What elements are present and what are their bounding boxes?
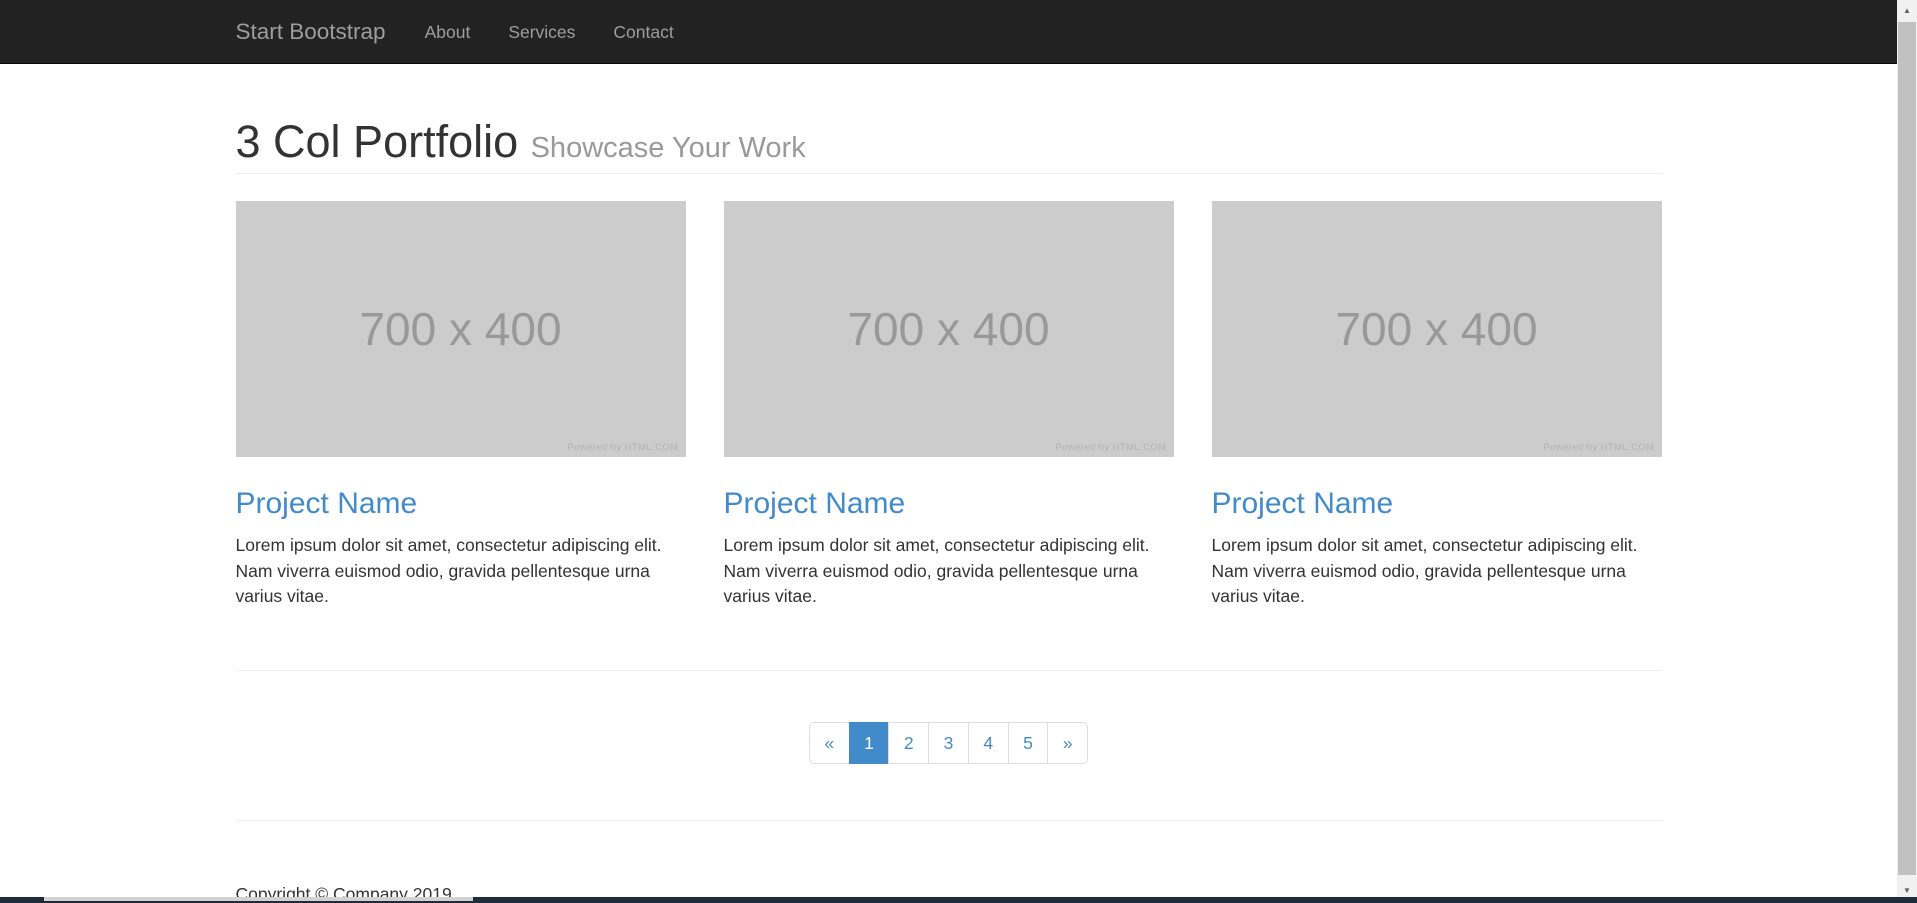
- vertical-scrollbar[interactable]: ▲ ▼: [1897, 0, 1917, 903]
- project-description: Lorem ipsum dolor sit amet, consectetur …: [724, 533, 1174, 610]
- pagination-page-1[interactable]: 1: [849, 722, 890, 764]
- pagination: « 1 2 3 4 5 »: [809, 722, 1088, 764]
- pagination-next[interactable]: »: [1047, 722, 1088, 764]
- scroll-up-arrow-icon[interactable]: ▲: [1897, 0, 1917, 20]
- navbar-brand[interactable]: Start Bootstrap: [236, 19, 386, 45]
- portfolio-row: 700 x 400 Powered by HTML.COM Project Na…: [236, 201, 1662, 610]
- placeholder-image: 700 x 400 Powered by HTML.COM: [724, 201, 1174, 457]
- pagination-page-4[interactable]: 4: [968, 722, 1009, 764]
- placeholder-image: 700 x 400 Powered by HTML.COM: [236, 201, 686, 457]
- placeholder-dimensions-label: 700 x 400: [847, 302, 1049, 356]
- page-subtitle: Showcase Your Work: [531, 132, 806, 164]
- horizontal-scrollbar-thumb[interactable]: [44, 897, 473, 901]
- project-description: Lorem ipsum dolor sit amet, consectetur …: [1212, 533, 1662, 610]
- placeholder-watermark: Powered by HTML.COM: [1055, 442, 1166, 453]
- project-title-link[interactable]: Project Name: [1212, 487, 1394, 520]
- project-description: Lorem ipsum dolor sit amet, consectetur …: [236, 533, 686, 610]
- pagination-prev[interactable]: «: [809, 722, 850, 764]
- placeholder-dimensions-label: 700 x 400: [1335, 302, 1537, 356]
- placeholder-watermark: Powered by HTML.COM: [567, 442, 678, 453]
- placeholder-dimensions-label: 700 x 400: [359, 302, 561, 356]
- nav-link-about[interactable]: About: [406, 0, 490, 64]
- pagination-page-3[interactable]: 3: [928, 722, 969, 764]
- project-title-link[interactable]: Project Name: [236, 487, 418, 520]
- pagination-page-5[interactable]: 5: [1008, 722, 1049, 764]
- browser-viewport: Start Bootstrap About Services Contact 3…: [0, 0, 1897, 903]
- placeholder-image: 700 x 400 Powered by HTML.COM: [1212, 201, 1662, 457]
- placeholder-watermark: Powered by HTML.COM: [1543, 442, 1654, 453]
- page-title: 3 Col Portfolio: [236, 116, 519, 167]
- nav-link-services[interactable]: Services: [489, 0, 594, 64]
- navbar: Start Bootstrap About Services Contact: [0, 0, 1897, 64]
- horizontal-scrollbar[interactable]: [0, 897, 1917, 903]
- pagination-page-2[interactable]: 2: [888, 722, 929, 764]
- portfolio-card: 700 x 400 Powered by HTML.COM Project Na…: [724, 201, 1174, 610]
- portfolio-card: 700 x 400 Powered by HTML.COM Project Na…: [236, 201, 686, 610]
- nav-link-contact[interactable]: Contact: [594, 0, 692, 64]
- page-header: 3 Col Portfolio Showcase Your Work: [236, 117, 1662, 174]
- navbar-links: About Services Contact: [406, 0, 693, 64]
- portfolio-card: 700 x 400 Powered by HTML.COM Project Na…: [1212, 201, 1662, 610]
- content-divider: [236, 670, 1662, 671]
- vertical-scrollbar-thumb[interactable]: [1898, 22, 1916, 875]
- project-title-link[interactable]: Project Name: [724, 487, 906, 520]
- footer-divider: [236, 820, 1662, 821]
